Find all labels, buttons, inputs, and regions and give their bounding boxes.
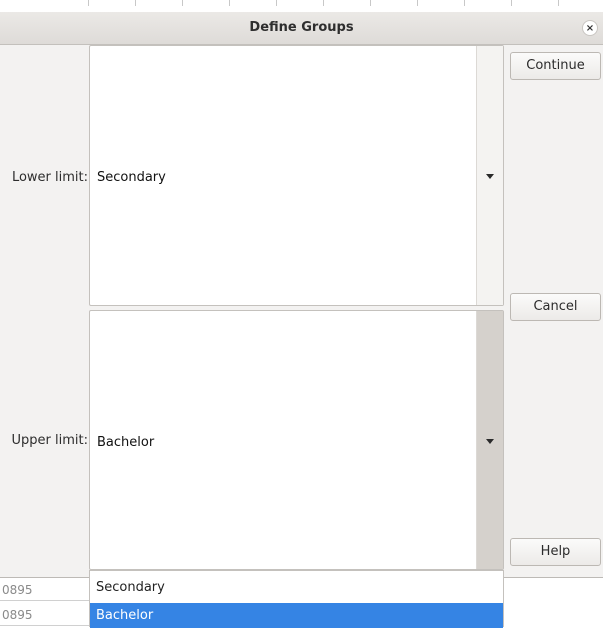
ruler-tick xyxy=(182,0,183,6)
dialog-titlebar[interactable]: Define Groups × xyxy=(0,12,603,45)
define-groups-dialog: Define Groups × Lower limit: Secondary U… xyxy=(0,12,603,578)
upper-limit-dropdown-button[interactable] xyxy=(476,311,503,569)
chevron-down-icon xyxy=(486,439,494,444)
dialog-title: Define Groups xyxy=(249,20,354,35)
ruler-tick xyxy=(370,0,371,6)
upper-limit-combobox[interactable]: Bachelor xyxy=(89,310,504,570)
close-icon[interactable]: × xyxy=(582,20,598,36)
lower-limit-value: Secondary xyxy=(97,170,166,185)
help-button[interactable]: Help xyxy=(510,538,601,566)
upper-limit-dropdown-list: Secondary Bachelor xyxy=(89,570,504,628)
table-cell: 0895 xyxy=(2,583,33,597)
ruler-tick xyxy=(323,0,324,6)
lower-limit-combobox[interactable]: Secondary xyxy=(89,45,504,306)
background-ruler xyxy=(0,0,603,12)
cancel-button[interactable]: Cancel xyxy=(510,293,601,321)
table-row: 0895 xyxy=(0,580,89,601)
ruler-tick xyxy=(511,0,512,6)
ruler-tick xyxy=(229,0,230,6)
ruler-tick xyxy=(464,0,465,6)
dropdown-option-bachelor[interactable]: Bachelor xyxy=(90,603,503,628)
dropdown-option-secondary[interactable]: Secondary xyxy=(90,575,503,600)
lower-limit-label: Lower limit: xyxy=(11,170,88,185)
upper-limit-label: Upper limit: xyxy=(11,433,88,448)
ruler-tick xyxy=(417,0,418,6)
table-row: 0895 xyxy=(0,605,89,626)
table-cell: 0895 xyxy=(2,608,33,622)
ruler-tick xyxy=(558,0,559,6)
ruler-tick xyxy=(88,0,89,6)
lower-limit-dropdown-button[interactable] xyxy=(476,46,503,305)
continue-button[interactable]: Continue xyxy=(510,52,601,80)
ruler-tick xyxy=(135,0,136,6)
ruler-tick xyxy=(276,0,277,6)
chevron-down-icon xyxy=(486,174,494,179)
upper-limit-value: Bachelor xyxy=(97,435,155,450)
